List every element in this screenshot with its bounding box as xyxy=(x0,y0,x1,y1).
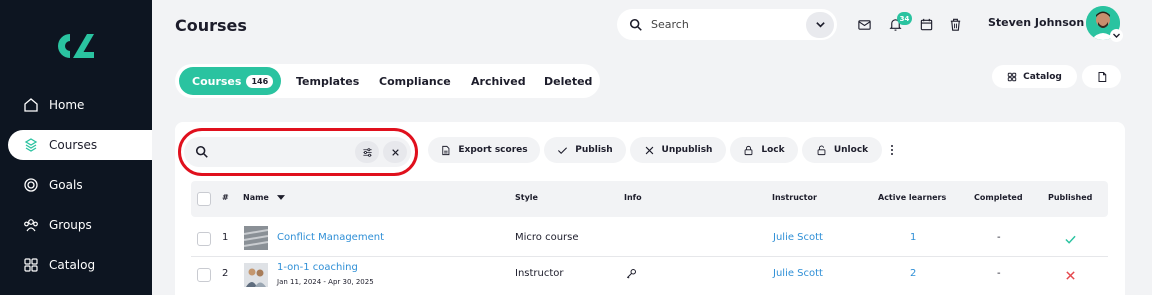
tab-label: Compliance xyxy=(379,74,451,88)
catalog-icon xyxy=(22,256,40,274)
sidebar-item-label: Catalog xyxy=(49,258,96,272)
groups-icon xyxy=(22,216,40,234)
course-name-link[interactable]: 1-on-1 coaching xyxy=(277,262,358,273)
tab-count-badge: 146 xyxy=(246,74,274,88)
unlock-label: Unlock xyxy=(833,145,869,155)
key-icon[interactable] xyxy=(625,268,637,280)
global-search[interactable]: Search xyxy=(617,9,837,40)
sidebar: Home Courses Goals Groups Catalog xyxy=(0,0,152,295)
sidebar-item-label: Courses xyxy=(49,138,98,152)
sidebar-item-catalog[interactable]: Catalog xyxy=(8,250,152,280)
tab-templates[interactable]: Templates xyxy=(296,67,359,95)
trash-icon[interactable] xyxy=(947,16,963,32)
tab-courses[interactable]: Courses 146 xyxy=(179,67,281,95)
unpublish-label: Unpublish xyxy=(661,145,713,155)
unpublished-x-icon xyxy=(1066,271,1075,280)
check-icon xyxy=(558,146,568,154)
column-header-name[interactable]: Name xyxy=(243,193,269,202)
completed-value: - xyxy=(997,268,1001,279)
tab-archived[interactable]: Archived xyxy=(471,67,526,95)
sidebar-item-label: Goals xyxy=(49,178,83,192)
export-scores-label: Export scores xyxy=(458,145,528,155)
report-button[interactable] xyxy=(1082,65,1121,88)
sidebar-item-groups[interactable]: Groups xyxy=(8,210,152,240)
close-icon xyxy=(645,146,653,154)
instructor-link[interactable]: Julie Scott xyxy=(773,268,823,279)
sidebar-item-label: Home xyxy=(49,98,85,112)
unlock-icon xyxy=(817,145,826,155)
export-document-icon xyxy=(442,145,450,155)
course-tabs: Courses 146 Templates Compliance Archive… xyxy=(175,64,600,98)
tab-label: Deleted xyxy=(544,74,593,88)
sort-down-icon[interactable] xyxy=(277,195,285,200)
column-header-completed: Completed xyxy=(974,193,1023,202)
catalog-icon xyxy=(1007,72,1017,81)
publish-button[interactable]: Publish xyxy=(544,137,626,163)
sidebar-item-home[interactable]: Home xyxy=(8,90,152,120)
user-name[interactable]: Steven Johnson xyxy=(988,16,1084,29)
catalog-button[interactable]: Catalog xyxy=(992,65,1077,88)
search-highlight-annotation xyxy=(178,128,418,176)
row-number: 2 xyxy=(222,268,229,279)
lock-icon xyxy=(744,145,753,155)
tab-deleted[interactable]: Deleted xyxy=(544,67,592,95)
column-header-active-learners: Active learners xyxy=(878,193,947,202)
published-check-icon xyxy=(1065,235,1076,244)
course-name-link[interactable]: Conflict Management xyxy=(277,232,384,243)
column-header-published: Published xyxy=(1048,193,1093,202)
goals-icon xyxy=(22,176,40,194)
calendar-icon[interactable] xyxy=(918,16,934,32)
chevron-down-icon xyxy=(1113,33,1120,38)
unlock-button[interactable]: Unlock xyxy=(802,137,882,163)
notification-badge: 34 xyxy=(897,12,912,25)
lock-button[interactable]: Lock xyxy=(730,137,798,163)
search-scope-dropdown[interactable] xyxy=(806,11,834,38)
row-checkbox[interactable] xyxy=(197,232,211,246)
active-learners-link[interactable]: 1 xyxy=(910,232,916,243)
table-header xyxy=(191,181,1108,217)
account-menu-toggle[interactable] xyxy=(1110,29,1123,42)
select-all-checkbox[interactable] xyxy=(197,192,211,206)
app-root: Home Courses Goals Groups Catalog Course… xyxy=(0,0,1152,295)
course-style: Instructor xyxy=(515,268,564,279)
home-icon xyxy=(22,96,40,114)
sidebar-item-label: Groups xyxy=(49,218,92,232)
tab-compliance[interactable]: Compliance xyxy=(379,67,451,95)
row-number: 1 xyxy=(222,232,229,243)
courses-icon xyxy=(22,136,40,154)
search-input[interactable]: Search xyxy=(651,18,806,31)
column-header-info: Info xyxy=(624,193,642,202)
catalog-button-label: Catalog xyxy=(1023,71,1062,82)
instructor-link[interactable]: Julie Scott xyxy=(773,232,823,243)
sidebar-item-goals[interactable]: Goals xyxy=(8,170,152,200)
chevron-down-icon xyxy=(815,22,825,28)
export-scores-button[interactable]: Export scores xyxy=(428,137,540,163)
publish-label: Publish xyxy=(575,145,613,155)
lock-label: Lock xyxy=(761,145,785,155)
more-actions-icon[interactable] xyxy=(888,141,896,159)
tab-label: Courses xyxy=(192,74,242,88)
tab-label: Archived xyxy=(471,74,526,88)
course-thumbnail xyxy=(244,263,268,287)
completed-value: - xyxy=(997,232,1001,243)
tab-label: Templates xyxy=(296,74,360,88)
page-title: Courses xyxy=(175,16,247,35)
unpublish-button[interactable]: Unpublish xyxy=(630,137,726,163)
column-header-instructor: Instructor xyxy=(772,193,817,202)
course-thumbnail xyxy=(243,226,269,250)
row-divider xyxy=(191,256,1108,257)
column-header-number: # xyxy=(222,193,229,202)
course-date-range: Jan 11, 2024 - Apr 30, 2025 xyxy=(277,278,374,286)
search-icon xyxy=(629,18,642,31)
mail-icon[interactable] xyxy=(856,16,872,32)
sidebar-item-courses[interactable]: Courses xyxy=(8,130,152,160)
row-checkbox[interactable] xyxy=(197,268,211,282)
document-icon xyxy=(1098,71,1106,82)
active-learners-link[interactable]: 2 xyxy=(910,268,916,279)
column-header-style: Style xyxy=(515,193,538,202)
course-style: Micro course xyxy=(515,232,579,243)
brand-logo[interactable] xyxy=(56,30,96,62)
